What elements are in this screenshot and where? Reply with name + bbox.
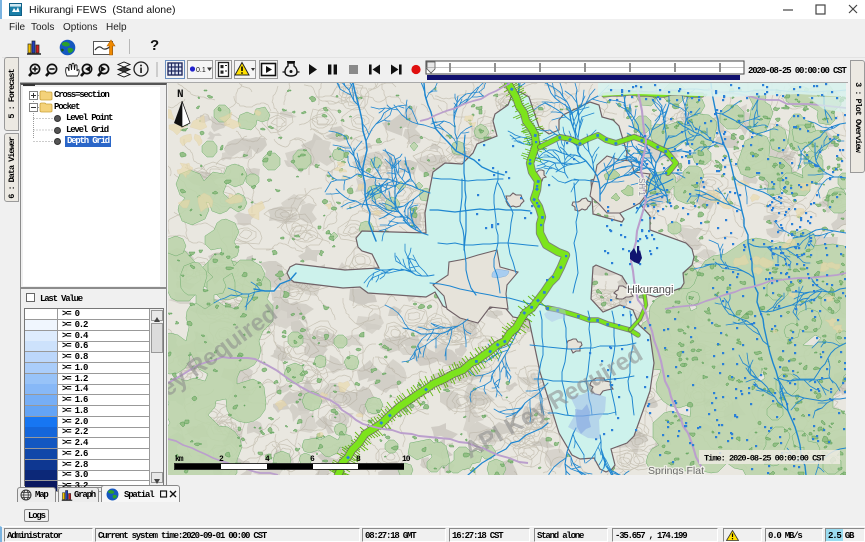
svg-text:0.1: 0.1 — [196, 67, 206, 74]
svg-text:Time: 2020-08-25 00:00:00 CST: Time: 2020-08-25 00:00:00 CST — [704, 454, 825, 464]
svg-text:Hikurangi: Hikurangi — [627, 284, 673, 296]
svg-text:N: N — [177, 89, 184, 101]
svg-text:10: 10 — [402, 455, 411, 464]
svg-text:SH 1: SH 1 — [637, 178, 646, 196]
svg-text:Springs Flat: Springs Flat — [648, 465, 704, 475]
svg-text:km: km — [175, 455, 184, 464]
